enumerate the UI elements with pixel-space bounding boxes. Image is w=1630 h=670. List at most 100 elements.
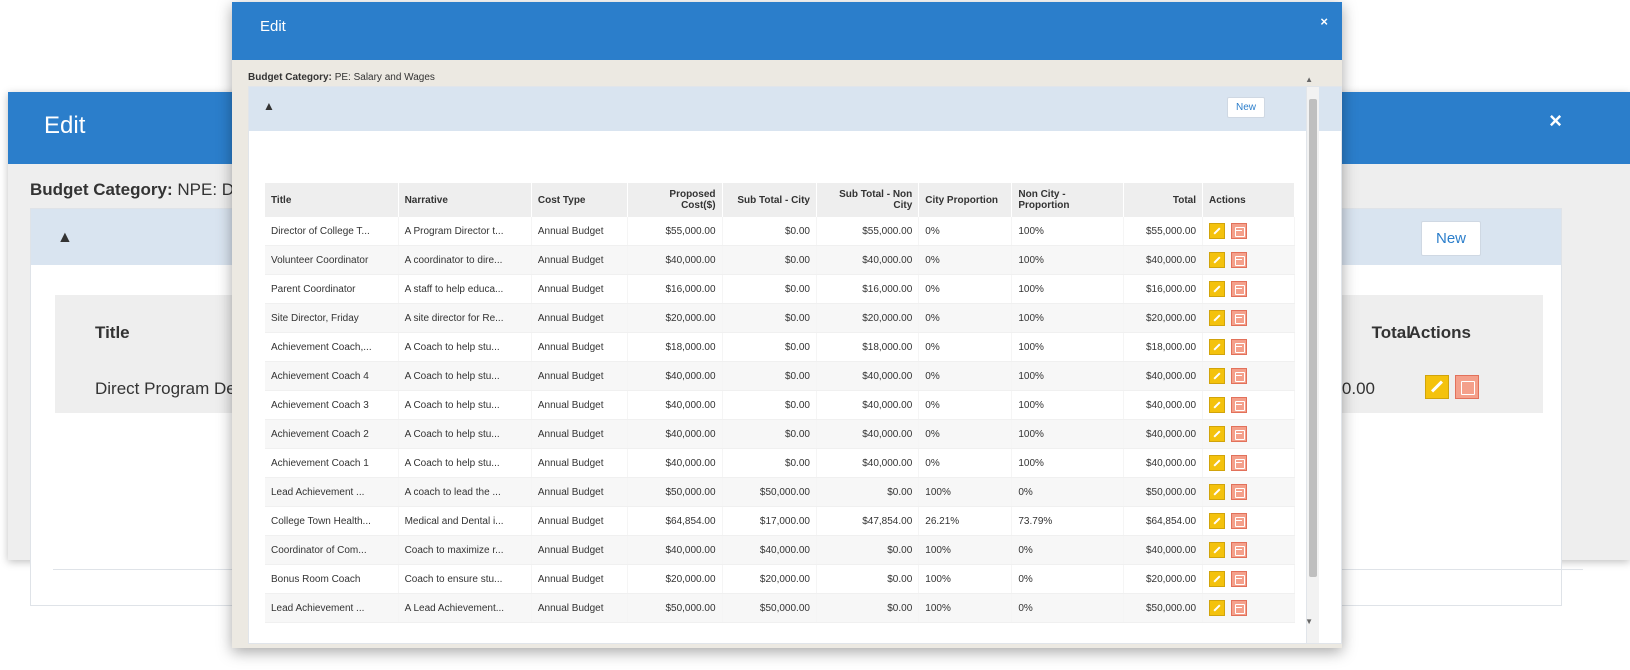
trash-icon[interactable]: [1231, 281, 1248, 297]
caret-up-icon[interactable]: ▲: [263, 99, 275, 113]
cell-cost-type: Annual Budget: [531, 564, 629, 594]
column-cost-type[interactable]: Cost Type: [531, 183, 629, 217]
column-total[interactable]: Total: [1123, 183, 1204, 217]
pencil-icon[interactable]: [1209, 252, 1226, 268]
cell-proposed-cost: $40,000.00: [627, 361, 723, 391]
cell-actions: [1202, 245, 1295, 275]
trash-icon[interactable]: [1231, 223, 1248, 239]
cell-actions: [1202, 361, 1295, 391]
pencil-icon[interactable]: [1209, 223, 1226, 239]
table-row: Lead Achievement ... A Lead Achievement..…: [265, 593, 1295, 623]
cell-narrative: A site director for Re...: [398, 303, 532, 333]
close-icon[interactable]: ×: [1549, 108, 1562, 134]
scroll-down-icon[interactable]: ▼: [1305, 617, 1313, 626]
cell-city-proportion: 26.21%: [918, 506, 1013, 536]
column-sub-total-non-city[interactable]: Sub Total - Non City: [816, 183, 920, 217]
scrollbar-thumb[interactable]: [1309, 99, 1317, 577]
header-row: Title Narrative Cost Type Proposed Cost(…: [265, 183, 1295, 217]
cell-title: Volunteer Coordinator: [265, 245, 399, 275]
row-actions: [1209, 281, 1288, 297]
cell-city-proportion: 0%: [918, 419, 1013, 449]
caret-up-icon[interactable]: ▲: [57, 229, 73, 247]
trash-icon[interactable]: [1231, 513, 1248, 529]
cell-city-proportion: 0%: [918, 390, 1013, 420]
cell-sub-total-city: $17,000.00: [722, 506, 817, 536]
pencil-icon[interactable]: [1209, 513, 1226, 529]
cell-cost-type: Annual Budget: [531, 535, 629, 565]
trash-icon[interactable]: [1455, 375, 1479, 399]
pencil-icon[interactable]: [1209, 281, 1226, 297]
cell-sub-total-non-city: $40,000.00: [816, 245, 920, 275]
new-button[interactable]: New: [1226, 97, 1265, 118]
pencil-icon[interactable]: [1209, 426, 1226, 442]
table-row: Bonus Room Coach Coach to ensure stu... An…: [265, 564, 1295, 594]
cell-actions: [1202, 332, 1295, 362]
column-proposed-cost[interactable]: Proposed Cost($): [627, 183, 723, 217]
pencil-icon[interactable]: [1209, 484, 1226, 500]
scroll-up-icon[interactable]: ▲: [1305, 75, 1313, 84]
cell-actions: [1202, 448, 1295, 478]
cell-sub-total-non-city: $20,000.00: [816, 303, 920, 333]
cell-total: $50,000.00: [1123, 477, 1204, 507]
trash-icon[interactable]: [1231, 397, 1248, 413]
row-actions: [1209, 368, 1288, 384]
trash-icon[interactable]: [1231, 600, 1248, 616]
column-title[interactable]: Title: [265, 183, 399, 217]
budget-category-label: Budget Category:: [30, 180, 173, 199]
pencil-icon[interactable]: [1209, 571, 1226, 587]
table-row: Achievement Coach 2A Coach to help stu..…: [265, 419, 1295, 449]
cell-total: $50,000.00: [1123, 593, 1204, 623]
cell-cost-type: Annual Budget: [531, 332, 629, 362]
budget-panel: ▲ New Title Narrative Cost Type Proposed…: [248, 75, 1342, 644]
pencil-icon[interactable]: [1209, 310, 1226, 326]
trash-icon[interactable]: [1231, 484, 1248, 500]
cell-total: $40,000.00: [1123, 535, 1204, 565]
table-row: Parent Coordinator A staff to help educa.…: [265, 274, 1295, 304]
pencil-icon[interactable]: [1425, 375, 1449, 399]
cell-narrative: A Coach to help stu...: [398, 448, 532, 478]
column-sub-total-city[interactable]: Sub Total - City: [722, 183, 817, 217]
row-actions: [1209, 571, 1288, 587]
trash-icon[interactable]: [1231, 368, 1248, 384]
trash-icon[interactable]: [1231, 571, 1248, 587]
cell-non-city-proportion: 100%: [1011, 217, 1125, 246]
cell-cost-type: Annual Budget: [531, 361, 629, 391]
table-body: Director of College T... A Program Direct…: [265, 217, 1295, 623]
cell-sub-total-city: $0.00: [722, 245, 817, 275]
cell-total: $40,000.00: [1123, 245, 1204, 275]
trash-icon[interactable]: [1231, 455, 1248, 471]
cell-actions: [1202, 390, 1295, 420]
new-button[interactable]: New: [1420, 221, 1481, 256]
pencil-icon[interactable]: [1209, 600, 1226, 616]
cell-non-city-proportion: 0%: [1011, 564, 1125, 594]
trash-icon[interactable]: [1231, 426, 1248, 442]
cell-sub-total-city: $0.00: [722, 332, 817, 362]
cell-total: $16,000.00: [1123, 274, 1204, 304]
pencil-icon[interactable]: [1209, 339, 1226, 355]
cell-proposed-cost: $40,000.00: [627, 390, 723, 420]
column-narrative[interactable]: Narrative: [398, 183, 532, 217]
cell-title: Achievement Coach 2: [265, 419, 399, 449]
cell-city-proportion: 100%: [918, 564, 1013, 594]
pencil-icon[interactable]: [1209, 455, 1226, 471]
cell-sub-total-non-city: $55,000.00: [816, 217, 920, 246]
table-row: Achievement Coach 1A Coach to help stu..…: [265, 448, 1295, 478]
trash-icon[interactable]: [1231, 252, 1248, 268]
cell-narrative: A Coach to help stu...: [398, 332, 532, 362]
close-icon[interactable]: ×: [1320, 14, 1328, 29]
table-row: Achievement Coach 4A Coach to help stu..…: [265, 361, 1295, 391]
row-actions: [1209, 484, 1288, 500]
trash-icon[interactable]: [1231, 542, 1248, 558]
pencil-icon[interactable]: [1209, 397, 1226, 413]
cell-city-proportion: 0%: [918, 245, 1013, 275]
column-city-proportion[interactable]: City Proportion: [918, 183, 1013, 217]
table-row: College Town Health... Medical and Dental…: [265, 506, 1295, 536]
pencil-icon[interactable]: [1209, 542, 1226, 558]
trash-icon[interactable]: [1231, 310, 1248, 326]
pencil-icon[interactable]: [1209, 368, 1226, 384]
row-actions: [1209, 310, 1288, 326]
cell-non-city-proportion: 0%: [1011, 593, 1125, 623]
cell-sub-total-non-city: $47,854.00: [816, 506, 920, 536]
column-non-city-proportion[interactable]: Non City - Proportion: [1011, 183, 1125, 217]
trash-icon[interactable]: [1231, 339, 1248, 355]
